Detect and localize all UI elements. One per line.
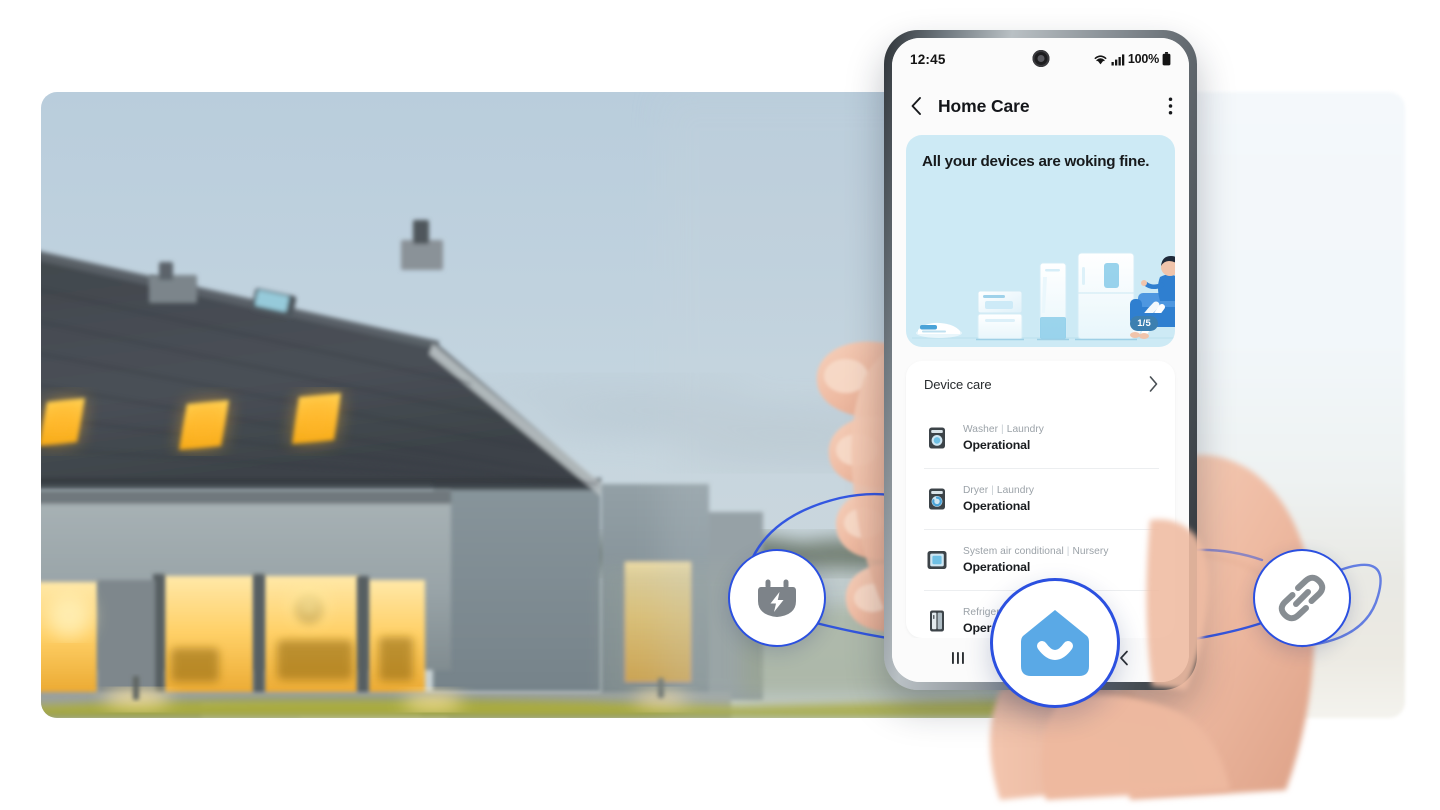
robot-vacuum bbox=[916, 322, 962, 338]
device-name: System air conditional bbox=[963, 545, 1064, 557]
smartthings-home-icon bbox=[1021, 610, 1089, 676]
wifi-icon bbox=[1094, 54, 1107, 64]
battery-icon bbox=[1162, 52, 1171, 66]
table-row[interactable]: Dryer | Laundry Operational bbox=[906, 468, 1175, 529]
status-badge: Operational bbox=[963, 559, 1031, 574]
power-plug-bolt-icon bbox=[758, 579, 796, 617]
refrigerator-icon bbox=[924, 608, 950, 634]
page-title: Home Care bbox=[938, 95, 1030, 116]
status-badge: Operational bbox=[963, 498, 1031, 513]
refrigerator bbox=[1075, 252, 1137, 341]
device-care-title: Device care bbox=[924, 376, 992, 392]
status-icons: 100% bbox=[1093, 52, 1171, 66]
dryer-icon bbox=[924, 486, 950, 512]
device-meta: Washer | Laundry bbox=[963, 423, 1044, 435]
device-name: Washer bbox=[963, 423, 999, 435]
battery-percentage: 100% bbox=[1127, 52, 1159, 66]
device-room: Laundry bbox=[1006, 423, 1044, 435]
device-room: Nursery bbox=[1072, 545, 1109, 557]
chevron-left-icon[interactable] bbox=[908, 95, 925, 117]
chevron-right-icon[interactable] bbox=[1148, 375, 1159, 393]
power-badge[interactable] bbox=[728, 549, 826, 647]
banner-title: All your devices are woking fine. bbox=[922, 153, 1150, 170]
device-care-header[interactable]: Device care bbox=[906, 361, 1175, 407]
status-time: 12:45 bbox=[910, 51, 946, 67]
device-room: Laundry bbox=[996, 484, 1035, 496]
washer-icon bbox=[924, 425, 950, 451]
status-badge: Operational bbox=[963, 437, 1031, 452]
more-vertical-icon[interactable] bbox=[1168, 96, 1173, 116]
cellular-signal-icon bbox=[1111, 53, 1125, 65]
front-camera-punch-hole bbox=[1032, 50, 1049, 67]
air-purifier bbox=[1037, 262, 1069, 341]
chain-link-icon bbox=[1278, 574, 1326, 622]
recents-icon[interactable] bbox=[950, 650, 968, 671]
device-name: Dryer bbox=[963, 484, 989, 496]
table-row[interactable]: Washer | Laundry Operational bbox=[906, 407, 1175, 468]
link-badge[interactable] bbox=[1253, 549, 1351, 647]
home-badge[interactable] bbox=[990, 578, 1120, 708]
device-meta: System air conditional | Nursery bbox=[963, 545, 1109, 557]
scene-root: 12:45 100% Home Care All your devices ar… bbox=[0, 0, 1440, 810]
washer-dryer-stack bbox=[976, 290, 1024, 341]
status-bar: 12:45 100% bbox=[892, 38, 1189, 80]
app-bar: Home Care bbox=[892, 80, 1189, 132]
banner-page-counter: 1/5 bbox=[1130, 315, 1158, 331]
device-meta: Dryer | Laundry bbox=[963, 484, 1035, 496]
air-conditioner-icon bbox=[924, 547, 950, 573]
status-banner-card[interactable]: All your devices are woking fine. 1/5 bbox=[906, 135, 1175, 347]
